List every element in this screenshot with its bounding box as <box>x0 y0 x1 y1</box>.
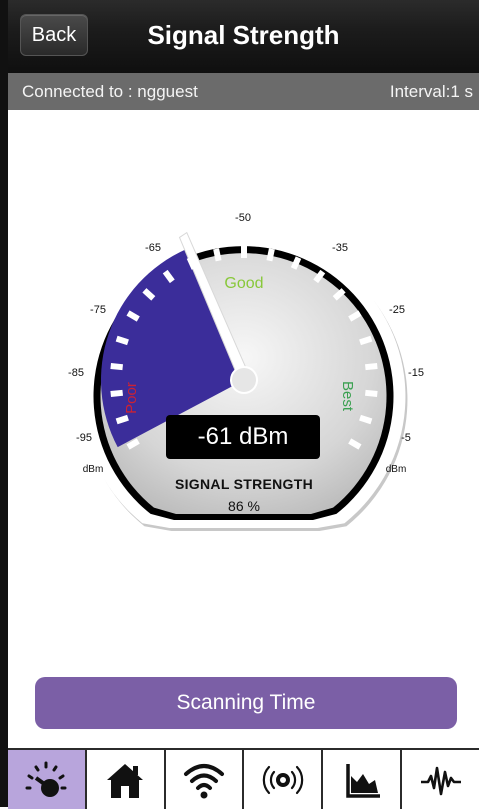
scale-label-minus5: -5 <box>401 432 411 444</box>
scanning-time-button[interactable]: Scanning Time <box>35 677 457 729</box>
tab-waveform[interactable] <box>402 750 479 809</box>
tab-wifi[interactable] <box>165 750 245 809</box>
waveform-icon <box>420 766 461 795</box>
signal-percent: 86 % <box>228 498 260 514</box>
scale-tick <box>115 414 129 425</box>
scale-label-minus15: -15 <box>408 367 424 379</box>
scale-label-minus75: -75 <box>90 304 106 316</box>
top-bar: Back Signal Strength <box>8 0 479 73</box>
scale-tick <box>365 363 378 371</box>
tab-area-chart[interactable] <box>323 750 403 809</box>
scale-tick <box>365 389 378 397</box>
area-chart-icon <box>345 763 380 798</box>
connected-network-label: Connected to : ngguest <box>22 82 198 101</box>
scale-label-minus25: -25 <box>389 304 405 316</box>
status-bar: Connected to : ngguest Interval:1 s <box>8 73 479 110</box>
wifi-icon <box>184 763 225 798</box>
unit-label-left: dBm <box>83 464 104 475</box>
scale-tick <box>266 248 275 262</box>
scale-tick <box>110 363 123 371</box>
scale-label-minus95: -95 <box>76 432 92 444</box>
scale-tick <box>115 335 129 346</box>
signal-reading: -61 dBm <box>166 415 320 459</box>
interval-label: Interval:1 s <box>389 82 473 101</box>
zone-label-best: Best <box>339 381 356 412</box>
zone-label-poor: Poor <box>123 382 140 414</box>
scale-tick <box>359 335 373 346</box>
page-title: Signal Strength <box>147 20 340 50</box>
screen-frame <box>0 0 8 807</box>
tab-radar[interactable] <box>244 750 324 809</box>
signal-gauge: -95 -85 -75 -65 -50 -35 -25 -15 -5 dBm d… <box>8 110 479 670</box>
zone-label-good: Good <box>224 275 263 292</box>
home-icon <box>107 763 144 798</box>
bottom-tab-bar <box>8 748 479 809</box>
needle-hub <box>230 366 258 394</box>
unit-label-right: dBm <box>386 464 407 475</box>
tab-signal-gauge[interactable] <box>8 750 87 809</box>
tab-home[interactable] <box>86 750 166 809</box>
scale-label-minus65: -65 <box>145 242 161 254</box>
gauge-caption: SIGNAL STRENGTH <box>174 476 314 492</box>
signal-gauge-icon <box>25 761 67 797</box>
scale-label-minus35: -35 <box>332 242 348 254</box>
radar-icon <box>262 765 304 794</box>
scale-label-minus50: -50 <box>235 212 251 224</box>
scale-tick <box>213 248 222 262</box>
scale-tick <box>110 389 123 397</box>
scale-label-minus85: -85 <box>68 367 84 379</box>
scale-tick <box>359 414 373 425</box>
